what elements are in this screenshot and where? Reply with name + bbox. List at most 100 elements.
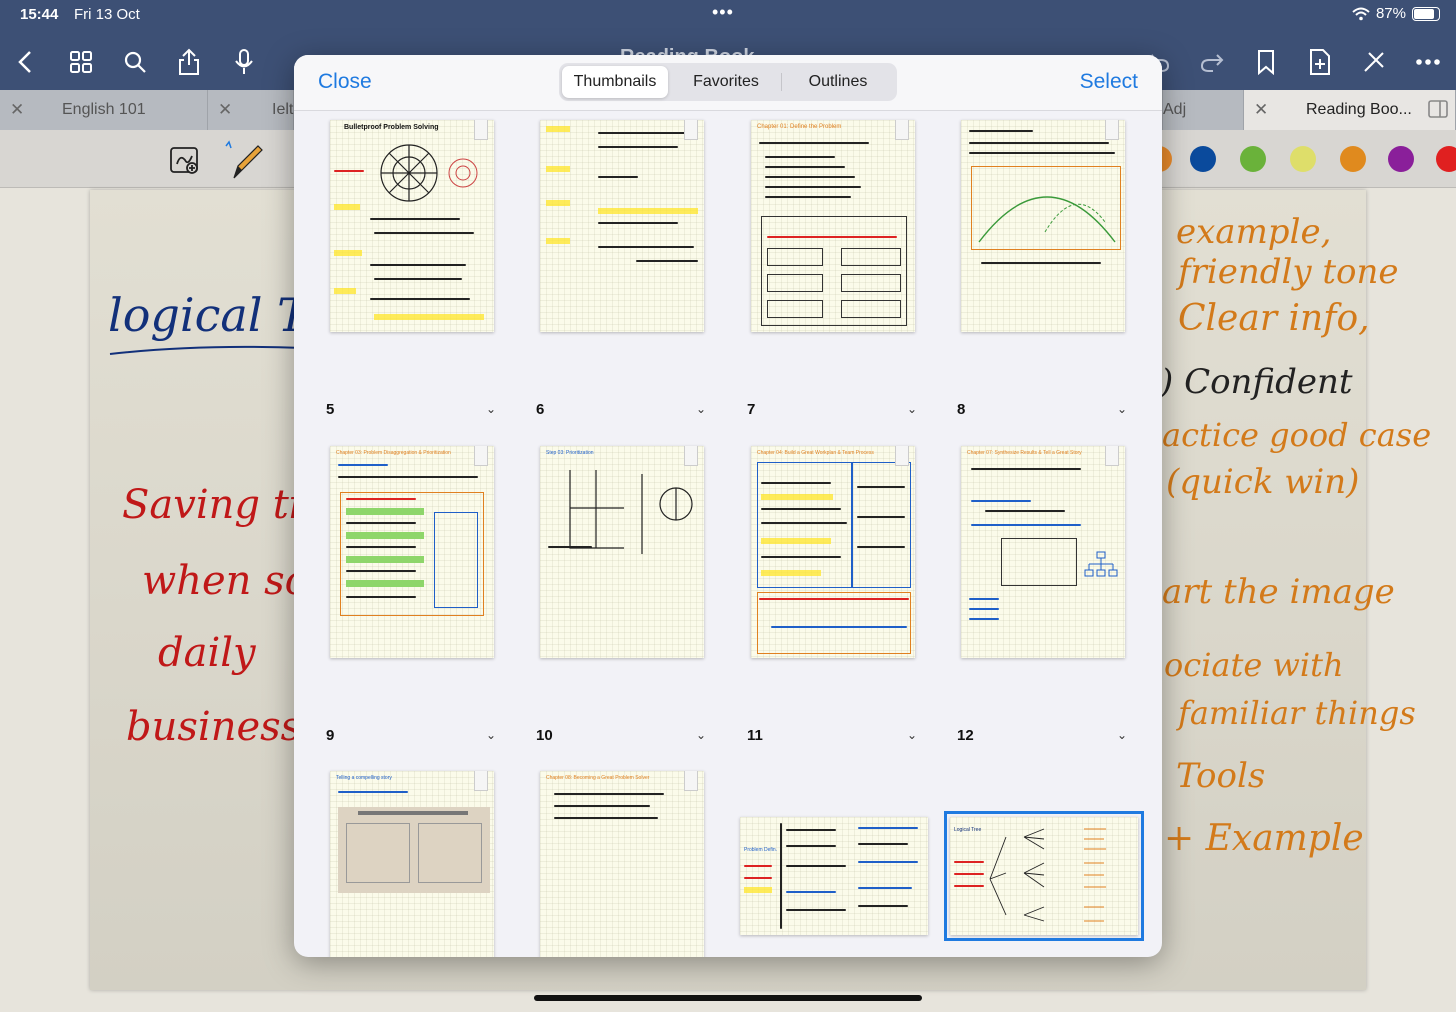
chevron-down-icon[interactable]: ⌄ [486,402,496,416]
tab-adj[interactable]: Adj [1162,90,1244,130]
search-icon[interactable] [117,44,153,80]
lasso-tool-icon[interactable] [168,144,202,178]
page-number: 7 [747,401,756,418]
wheel-diagram [380,144,438,202]
note-right-8: familiar things [1178,694,1416,732]
worksheet-cell [767,248,823,266]
close-pen-icon[interactable] [1356,44,1392,80]
tab-reading-book[interactable]: ✕ Reading Boo... [1244,90,1456,130]
story-box [1001,538,1077,586]
page-thumbnail-13[interactable]: Telling a compelling story [330,771,494,957]
page-thumbnail-14[interactable]: Chapter 08: Becoming a Great Problem Sol… [540,771,704,957]
note-right-0: example, [1176,212,1332,252]
worksheet-cell [767,274,823,292]
more-icon[interactable] [1410,44,1446,80]
arc-diagram [978,196,1116,243]
note-right-2: Clear info, [1178,298,1370,339]
microphone-icon[interactable] [226,44,262,80]
chevron-down-icon[interactable]: ⌄ [486,728,496,742]
color-swatch-amber[interactable] [1340,146,1366,172]
tab-favorites[interactable]: Favorites [671,66,781,98]
note-right-6: art the image [1162,572,1395,612]
thumb-title: Logical Tree [954,827,982,833]
thumb-title: Chapter 08: Becoming a Great Problem Sol… [546,775,650,781]
tab-close-icon[interactable]: ✕ [10,100,24,120]
note-right-4: actice good case [1162,416,1432,454]
note-right-9: Tools [1176,756,1266,796]
page-thumbnail-8[interactable] [961,120,1125,332]
color-swatch-yellow[interactable] [1290,146,1316,172]
color-swatch-purple[interactable] [1388,146,1414,172]
page-navigator-modal: Close Thumbnails Favorites Outlines Sele… [294,55,1162,957]
bookmark-icon[interactable] [684,446,698,466]
chevron-down-icon[interactable]: ⌄ [1117,402,1127,416]
color-swatch-green[interactable] [1240,146,1266,172]
tab-english-101[interactable]: ✕ English 101 [0,90,208,130]
tab-label: Reading Boo... [1306,101,1412,118]
bookmark-icon[interactable] [1248,44,1284,80]
note-underline [109,345,305,355]
bookmark-icon[interactable] [474,446,488,466]
bookmark-icon[interactable] [474,771,488,791]
bookmark-icon[interactable] [684,771,698,791]
back-icon[interactable] [8,44,44,80]
logical-tree-diagram [989,828,1106,922]
status-time: 15:44 [20,6,59,23]
bookmark-icon[interactable] [474,120,488,140]
page-number: 12 [957,727,974,744]
chevron-down-icon[interactable]: ⌄ [1117,728,1127,742]
page-thumbnail-10[interactable]: Step 03: Prioritization [540,446,704,658]
bookmark-icon[interactable] [684,120,698,140]
tab-ielts[interactable]: ✕ Ielt [208,90,294,130]
tab-label: Adj [1163,101,1187,118]
page-thumbnail-12[interactable]: Chapter 07: Synthesize Results & Tell a … [961,446,1125,658]
page-thumbnail-7[interactable]: Chapter 01: Define the Problem [751,120,915,332]
worksheet-cell [841,248,901,266]
status-right: 87% [1352,5,1440,22]
page-thumbnail-5[interactable]: Bulletproof Problem Solving [330,120,494,332]
pyramid-icon [1084,551,1118,577]
page-number: 5 [326,401,335,418]
thumb-title: Bulletproof Problem Solving [344,124,439,131]
note-right-1: friendly tone [1178,252,1399,292]
tab-close-icon[interactable]: ✕ [1254,100,1268,120]
page-thumbnail-15[interactable]: Problem Defin. [740,817,928,935]
page-number: 8 [957,401,966,418]
bookmark-icon[interactable] [1105,446,1119,466]
add-page-icon[interactable] [1302,44,1338,80]
color-swatch-navy[interactable] [1190,146,1216,172]
pen-tool-icon[interactable] [222,138,266,182]
page-thumbnail-11[interactable]: Chapter 04: Build a Great Workplan & Tea… [751,446,915,658]
page-thumbnail-6[interactable] [540,120,704,332]
chevron-down-icon[interactable]: ⌄ [907,728,917,742]
chevron-down-icon[interactable]: ⌄ [907,402,917,416]
redo-icon[interactable] [1194,44,1230,80]
multitasking-dots[interactable]: ••• [712,2,734,23]
share-icon[interactable] [171,44,207,80]
bookmark-icon[interactable] [1105,120,1119,140]
chevron-down-icon[interactable]: ⌄ [696,728,706,742]
thumb-title: Chapter 04: Build a Great Workplan & Tea… [757,450,874,456]
split-view-icon[interactable] [1428,100,1448,118]
note-right-10: + Example [1164,818,1364,859]
close-button[interactable]: Close [318,70,372,94]
thumb-title: Chapter 07: Synthesize Results & Tell a … [967,450,1082,456]
bookmark-icon[interactable] [895,120,909,140]
chevron-down-icon[interactable]: ⌄ [696,402,706,416]
battery-icon [1412,6,1440,21]
page-thumbnail-9[interactable]: Chapter 03: Problem Disaggregation & Pri… [330,446,494,658]
grid-view-icon[interactable] [63,44,99,80]
select-button[interactable]: Select [1080,70,1138,94]
view-segmented-control: Thumbnails Favorites Outlines [559,63,897,101]
tab-outlines[interactable]: Outlines [783,66,893,98]
bookmark-icon[interactable] [895,446,909,466]
tab-label: English 101 [62,101,146,118]
thumbnail-grid: Bulletproof Problem Solving 5 ⌄ 6 ⌄ Chap… [294,111,1162,957]
tab-thumbnails[interactable]: Thumbnails [562,66,668,98]
home-indicator[interactable] [534,995,922,1001]
prioritization-matrix [569,470,693,554]
color-swatch-red[interactable] [1436,146,1456,172]
tab-close-icon[interactable]: ✕ [218,100,232,120]
page-thumbnail-16[interactable]: Logical Tree [944,811,1144,941]
page-number: 11 [747,727,763,744]
